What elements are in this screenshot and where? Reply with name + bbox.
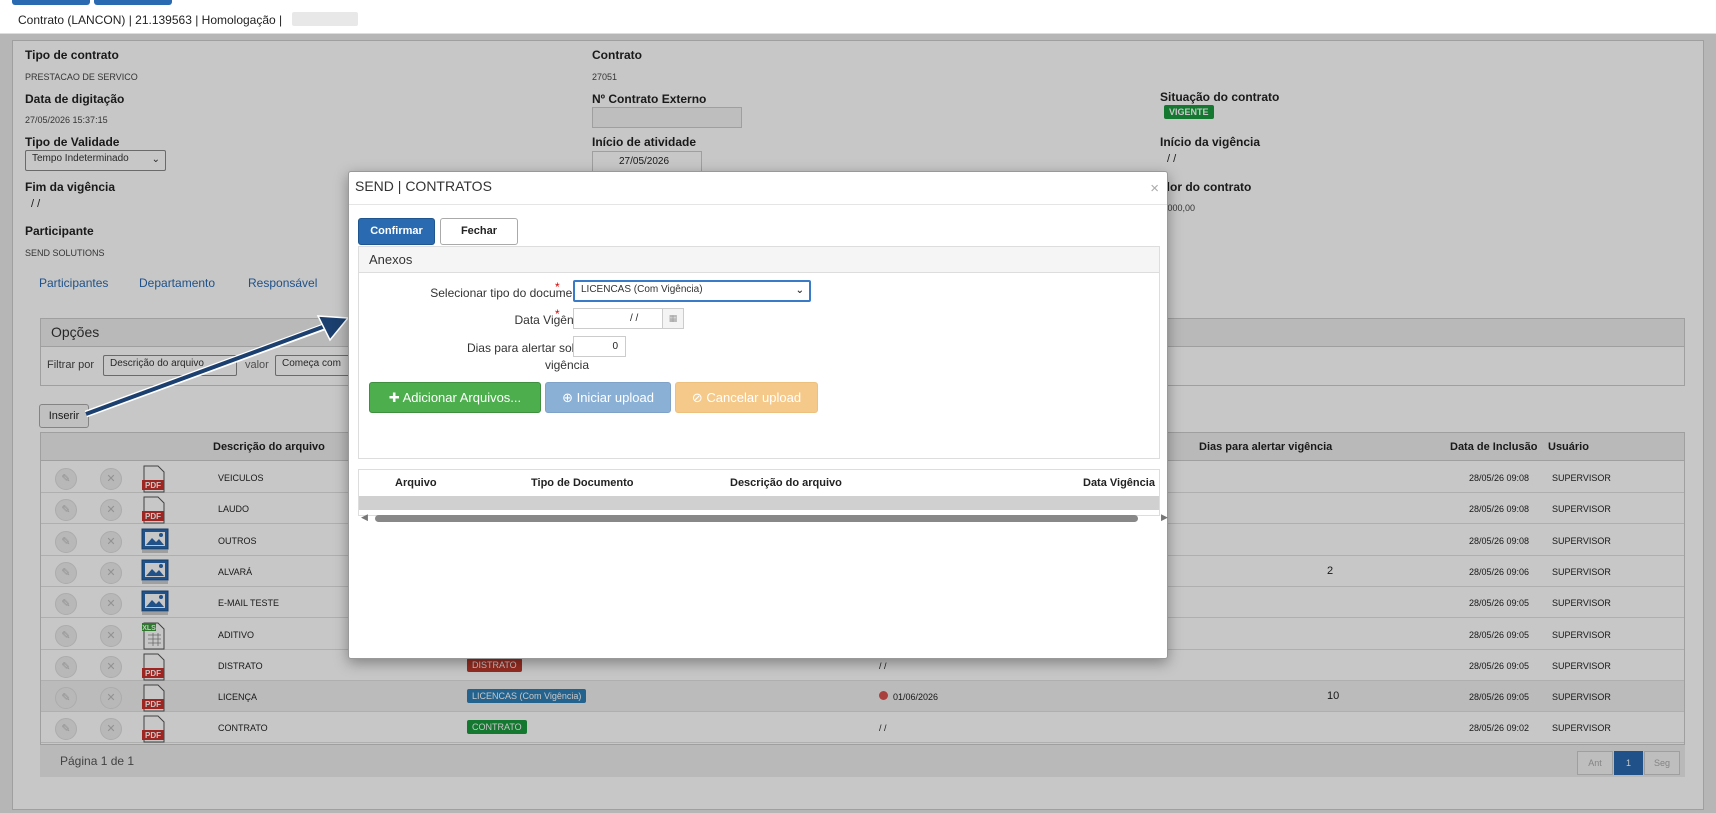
col-descricao-arquivo: Descrição do arquivo — [730, 477, 842, 489]
horizontal-scrollbar[interactable] — [375, 515, 1138, 522]
dias-input[interactable]: 0 — [573, 336, 626, 357]
close-icon[interactable]: × — [1150, 180, 1159, 197]
dias-label-1: Dias para alertar sobre — [466, 341, 589, 355]
col-tipo-documento: Tipo de Documento — [531, 477, 634, 489]
upload-table-empty-row — [359, 496, 1159, 510]
required-mark: * — [555, 280, 560, 294]
required-mark: * — [555, 307, 560, 321]
cancel-upload-button[interactable]: ⊘ Cancelar upload — [675, 382, 818, 413]
cancel-icon: ⊘ — [691, 390, 703, 405]
col-arquivo: Arquivo — [395, 477, 437, 489]
tipo-doc-select[interactable]: LICENCAS (Com Vigência) ⌄ — [573, 280, 811, 302]
anexos-title: Anexos — [359, 247, 1159, 273]
col-data-vigencia: Data Vigência — [1083, 477, 1155, 489]
data-vigencia-value: / / — [630, 313, 639, 324]
upload-icon: ⊕ — [562, 390, 573, 405]
start-upload-button[interactable]: ⊕ Iniciar upload — [545, 382, 671, 413]
confirm-button[interactable]: Confirmar — [358, 218, 435, 245]
add-files-label: Adicionar Arquivos... — [402, 390, 522, 405]
upload-table-header: Arquivo Tipo de Documento Descrição do a… — [359, 470, 1159, 496]
upload-table: Arquivo Tipo de Documento Descrição do a… — [358, 469, 1160, 516]
tipo-doc-value: LICENCAS (Com Vigência) — [581, 284, 703, 295]
add-files-button[interactable]: ✚ Adicionar Arquivos... — [369, 382, 541, 413]
modal-title: SEND | CONTRATOS — [355, 178, 492, 194]
close-button[interactable]: Fechar — [440, 218, 518, 245]
calendar-icon[interactable]: ▦ — [662, 308, 684, 329]
scroll-left-icon[interactable]: ◀ — [361, 512, 368, 523]
upload-modal: SEND | CONTRATOS × Confirmar Fechar Anex… — [348, 171, 1168, 659]
dias-label-2: vigência — [544, 358, 589, 372]
data-vigencia-input[interactable]: / / — [573, 308, 663, 329]
plus-icon: ✚ — [388, 390, 400, 405]
start-upload-label: Iniciar upload — [576, 390, 654, 405]
cancel-upload-label: Cancelar upload — [706, 390, 802, 405]
chevron-down-icon: ⌄ — [795, 285, 804, 296]
divider — [349, 204, 1167, 205]
scroll-right-icon[interactable]: ▶ — [1161, 512, 1168, 523]
